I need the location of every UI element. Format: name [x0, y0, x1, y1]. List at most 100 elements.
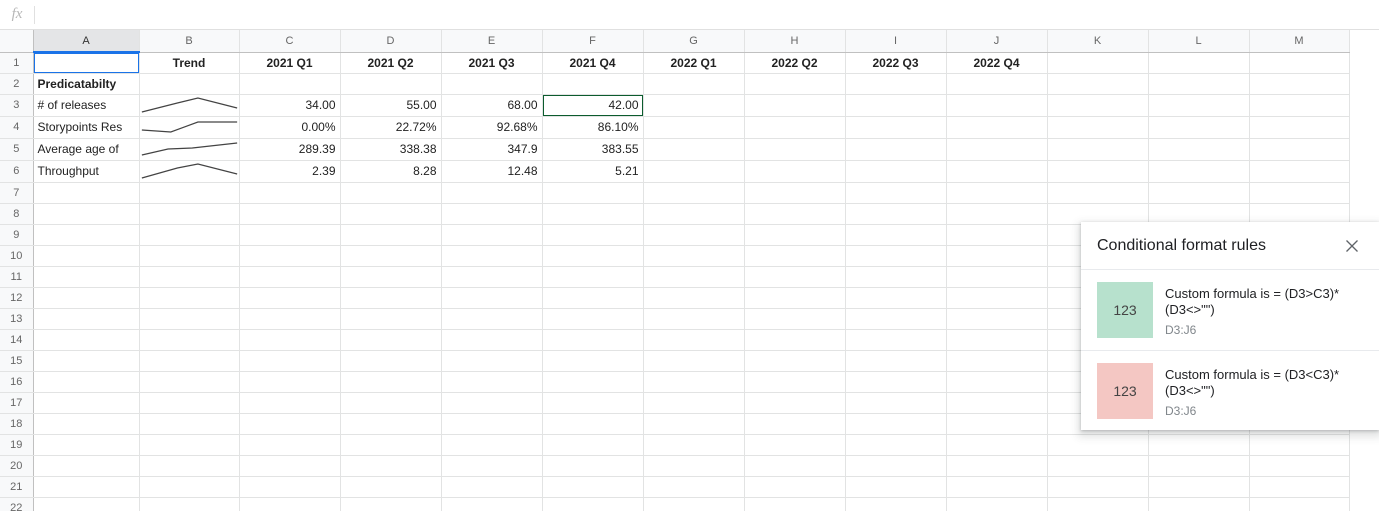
cell-e5[interactable]: 347.9	[441, 138, 543, 161]
formula-input[interactable]	[35, 0, 1379, 29]
cell-a1[interactable]	[33, 52, 140, 74]
cell-e17[interactable]	[441, 392, 543, 414]
cell-k6[interactable]	[1047, 160, 1149, 183]
cell-f5[interactable]: 383.55	[542, 138, 644, 161]
cell-d11[interactable]	[340, 266, 442, 288]
cell-f17[interactable]	[542, 392, 644, 414]
cell-b5-sparkline[interactable]	[139, 138, 240, 161]
cell-f2[interactable]	[542, 73, 644, 95]
cell-h5[interactable]	[744, 138, 846, 161]
cell-d10[interactable]	[340, 245, 442, 267]
cell-b3-sparkline[interactable]	[139, 94, 240, 117]
cell-j17[interactable]	[946, 392, 1048, 414]
cell-e9[interactable]	[441, 224, 543, 246]
column-header-h[interactable]: H	[744, 30, 846, 53]
cell-i18[interactable]	[845, 413, 947, 435]
cell-i11[interactable]	[845, 266, 947, 288]
cell-j2[interactable]	[946, 73, 1048, 95]
cell-h19[interactable]	[744, 434, 846, 456]
cell-b14[interactable]	[139, 329, 240, 351]
cell-e19[interactable]	[441, 434, 543, 456]
cell-g22[interactable]	[643, 497, 745, 511]
cell-l19[interactable]	[1148, 434, 1250, 456]
cell-a2[interactable]: Predicatabilty	[33, 73, 140, 95]
cell-j22[interactable]	[946, 497, 1048, 511]
cell-c21[interactable]	[239, 476, 341, 498]
cell-c14[interactable]	[239, 329, 341, 351]
cell-c6[interactable]: 2.39	[239, 160, 341, 183]
cell-j19[interactable]	[946, 434, 1048, 456]
cell-c3[interactable]: 34.00	[239, 94, 341, 117]
cell-g14[interactable]	[643, 329, 745, 351]
cell-m4[interactable]	[1249, 116, 1350, 139]
cell-h9[interactable]	[744, 224, 846, 246]
cell-d9[interactable]	[340, 224, 442, 246]
cell-c2[interactable]	[239, 73, 341, 95]
cell-e4[interactable]: 92.68%	[441, 116, 543, 139]
column-header-g[interactable]: G	[643, 30, 745, 53]
row-header-16[interactable]: 16	[0, 371, 34, 393]
cell-g1[interactable]: 2022 Q1	[643, 52, 745, 74]
row-header-7[interactable]: 7	[0, 182, 34, 204]
cell-l8[interactable]	[1148, 203, 1250, 225]
cell-k4[interactable]	[1047, 116, 1149, 139]
cell-m2[interactable]	[1249, 73, 1350, 95]
cell-b20[interactable]	[139, 455, 240, 477]
cell-e11[interactable]	[441, 266, 543, 288]
cell-c13[interactable]	[239, 308, 341, 330]
cell-h8[interactable]	[744, 203, 846, 225]
cell-l6[interactable]	[1148, 160, 1250, 183]
cell-f1[interactable]: 2021 Q4	[542, 52, 644, 74]
cell-c4[interactable]: 0.00%	[239, 116, 341, 139]
row-header-5[interactable]: 5	[0, 138, 34, 161]
cell-a21[interactable]	[33, 476, 140, 498]
cell-l22[interactable]	[1148, 497, 1250, 511]
cell-i10[interactable]	[845, 245, 947, 267]
cell-m8[interactable]	[1249, 203, 1350, 225]
cell-m5[interactable]	[1249, 138, 1350, 161]
cell-j1[interactable]: 2022 Q4	[946, 52, 1048, 74]
select-all-corner[interactable]	[0, 30, 34, 53]
cell-h18[interactable]	[744, 413, 846, 435]
cell-h6[interactable]	[744, 160, 846, 183]
cell-c17[interactable]	[239, 392, 341, 414]
row-header-11[interactable]: 11	[0, 266, 34, 288]
cell-d18[interactable]	[340, 413, 442, 435]
cell-d16[interactable]	[340, 371, 442, 393]
cell-j5[interactable]	[946, 138, 1048, 161]
cell-b17[interactable]	[139, 392, 240, 414]
cell-g9[interactable]	[643, 224, 745, 246]
cell-j10[interactable]	[946, 245, 1048, 267]
cell-f11[interactable]	[542, 266, 644, 288]
cell-e7[interactable]	[441, 182, 543, 204]
cell-b10[interactable]	[139, 245, 240, 267]
cell-b22[interactable]	[139, 497, 240, 511]
cell-h13[interactable]	[744, 308, 846, 330]
cell-k1[interactable]	[1047, 52, 1149, 74]
cell-i15[interactable]	[845, 350, 947, 372]
cell-m6[interactable]	[1249, 160, 1350, 183]
cell-f8[interactable]	[542, 203, 644, 225]
cell-i3[interactable]	[845, 94, 947, 117]
cell-i8[interactable]	[845, 203, 947, 225]
cell-e21[interactable]	[441, 476, 543, 498]
cell-b12[interactable]	[139, 287, 240, 309]
cell-i2[interactable]	[845, 73, 947, 95]
cell-a17[interactable]	[33, 392, 140, 414]
cell-e3[interactable]: 68.00	[441, 94, 543, 117]
cell-g21[interactable]	[643, 476, 745, 498]
cell-m20[interactable]	[1249, 455, 1350, 477]
cell-i12[interactable]	[845, 287, 947, 309]
cell-f18[interactable]	[542, 413, 644, 435]
cell-f3[interactable]: 42.00	[542, 94, 644, 117]
cell-d19[interactable]	[340, 434, 442, 456]
cell-f19[interactable]	[542, 434, 644, 456]
cell-j11[interactable]	[946, 266, 1048, 288]
cell-i9[interactable]	[845, 224, 947, 246]
cell-f6[interactable]: 5.21	[542, 160, 644, 183]
cell-i7[interactable]	[845, 182, 947, 204]
column-header-k[interactable]: K	[1047, 30, 1149, 53]
cell-h10[interactable]	[744, 245, 846, 267]
cell-c11[interactable]	[239, 266, 341, 288]
cell-h16[interactable]	[744, 371, 846, 393]
